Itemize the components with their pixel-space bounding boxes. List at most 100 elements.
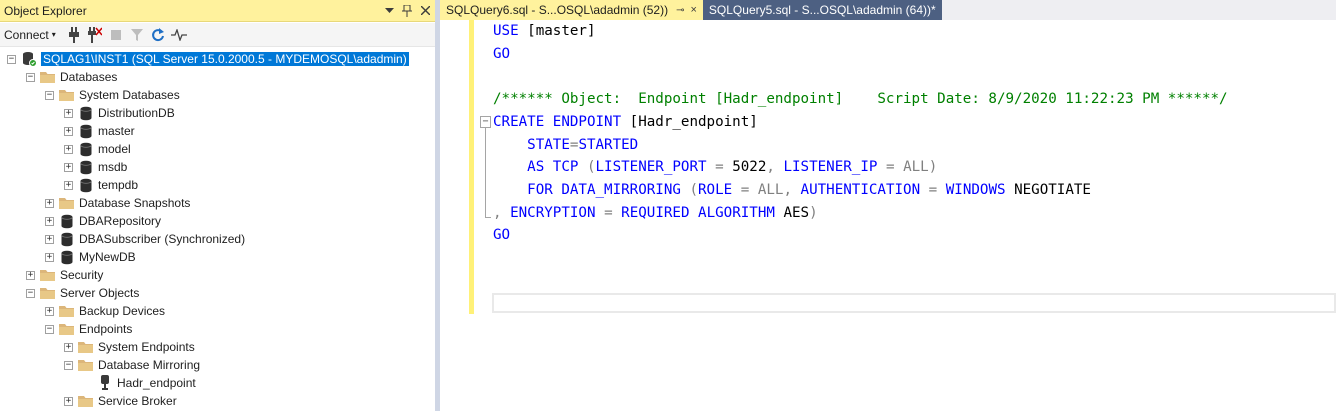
code-line: USE [master] [493,20,596,42]
expand-icon[interactable]: + [64,126,73,136]
tree-node[interactable]: − Server Objects [26,284,139,302]
tree-node[interactable]: + DistributionDB [64,104,175,122]
tree-node[interactable]: + Security [26,266,103,284]
tree-node[interactable]: − Endpoints [45,320,132,338]
tree-node[interactable]: + model [64,140,131,158]
expand-icon[interactable]: + [45,198,54,208]
code-token: , [766,159,775,175]
filter-icon[interactable] [127,26,147,44]
expand-icon[interactable]: + [64,162,73,172]
folder-icon [59,87,75,103]
code-token: ( [586,159,596,175]
tree-node[interactable]: + System Endpoints [64,338,195,356]
expand-icon[interactable]: + [64,180,73,190]
tree-node[interactable]: + DBASubscriber (Synchronized) [45,230,245,248]
expand-icon[interactable]: + [64,144,73,154]
tree-node[interactable]: + Backup Devices [45,302,165,320]
collapse-icon[interactable]: − [7,54,16,64]
tab-sqlquery5[interactable]: SQLQuery5.sql - S...OSQL\adadmin (64))* [702,0,942,20]
expand-icon[interactable]: + [64,396,73,406]
tree-node[interactable]: − System Databases [45,86,180,104]
folder-icon [40,267,56,283]
folder-icon [78,393,94,409]
server-icon [21,51,37,67]
expand-icon[interactable]: + [45,234,54,244]
tree-node[interactable]: + msdb [64,158,127,176]
database-icon [59,231,75,247]
code-token: = [885,159,895,175]
tab-sqlquery6[interactable]: SQLQuery6.sql - S...OSQL\adadmin (52)) ⊸… [440,0,703,20]
close-icon[interactable]: × [690,4,696,16]
outline-guide [485,128,486,218]
connect-button[interactable]: Connect ▾ [4,28,56,42]
tree-node-label: Security [60,268,104,282]
stop-icon[interactable] [106,26,126,44]
tree-node[interactable]: − Databases [26,68,117,86]
expand-icon[interactable]: + [64,108,73,118]
disconnect-plug-icon[interactable] [85,26,105,44]
refresh-icon[interactable] [148,26,168,44]
code-token: AUTHENTICATION [800,182,921,198]
folder-icon [59,195,75,211]
expand-icon[interactable]: + [45,252,54,262]
code-token: = [715,159,724,175]
collapse-icon[interactable]: − [45,324,54,334]
collapse-region-icon[interactable]: − [480,116,491,128]
connect-plug-icon[interactable] [64,26,84,44]
code-editor-area[interactable]: − USE [master] GO /****** Object: Endpoint… [440,20,1336,411]
folder-icon [59,303,75,319]
database-icon [78,177,94,193]
code-line: , ENCRYPTION = REQUIRED ALGORITHM AES) [493,202,818,224]
collapse-icon[interactable]: − [26,72,35,82]
tree-node-label: Service Broker [98,394,177,408]
chevron-down-icon[interactable] [381,3,397,19]
endpoint-icon [97,375,113,391]
code-token: LISTENER_IP [783,159,878,175]
folder-icon [78,339,94,355]
tree-node[interactable]: + DBARepository [45,212,161,230]
collapse-icon[interactable]: − [45,90,54,100]
database-icon [78,123,94,139]
tab-label: SQLQuery5.sql - S...OSQL\adadmin (64))* [708,3,936,17]
code-token: /****** Object: Endpoint [Hadr_endpoint]… [493,91,1228,107]
expand-icon[interactable]: + [45,216,54,226]
code-line: CREATE ENDPOINT [Hadr_endpoint] [493,111,758,133]
tree-node[interactable]: − SQLAG1\INST1 (SQL Server 15.0.2000.5 - … [7,50,410,68]
collapse-icon[interactable]: − [64,360,73,370]
tree-node[interactable]: + Database Snapshots [45,194,190,212]
expand-icon[interactable]: + [45,306,54,316]
tree-node[interactable]: + MyNewDB [45,248,136,266]
tree-node-label: Database Mirroring [98,358,201,372]
expand-icon[interactable]: + [64,342,73,352]
tree-node[interactable]: + tempdb [64,176,138,194]
expand-icon[interactable]: + [26,270,35,280]
database-icon [59,213,75,229]
collapse-icon[interactable]: − [26,288,35,298]
tree-node[interactable]: + master [64,122,135,140]
tree-node[interactable]: Hadr_endpoint [83,374,196,392]
code-token: GO [493,46,511,62]
activity-monitor-icon[interactable] [169,26,189,44]
close-icon[interactable] [417,3,433,19]
code-token: ( [689,182,699,198]
tree-node[interactable]: − Database Mirroring [64,356,200,374]
pin-icon[interactable] [399,3,415,19]
connect-label: Connect [4,27,49,42]
code-token: STATE [527,137,570,153]
object-explorer-title: Object Explorer [4,3,87,18]
tree-node-label: DistributionDB [98,106,175,120]
code-token: FOR DATA_MIRRORING [527,182,681,198]
document-tabs: SQLQuery6.sql - S...OSQL\adadmin (52)) ⊸… [440,0,1336,20]
pin-icon[interactable]: ⊸ [676,5,684,16]
tree-node[interactable]: + Service Broker [64,392,177,410]
code-token: ALL) [903,159,938,175]
code-token: WINDOWS [945,182,1006,198]
